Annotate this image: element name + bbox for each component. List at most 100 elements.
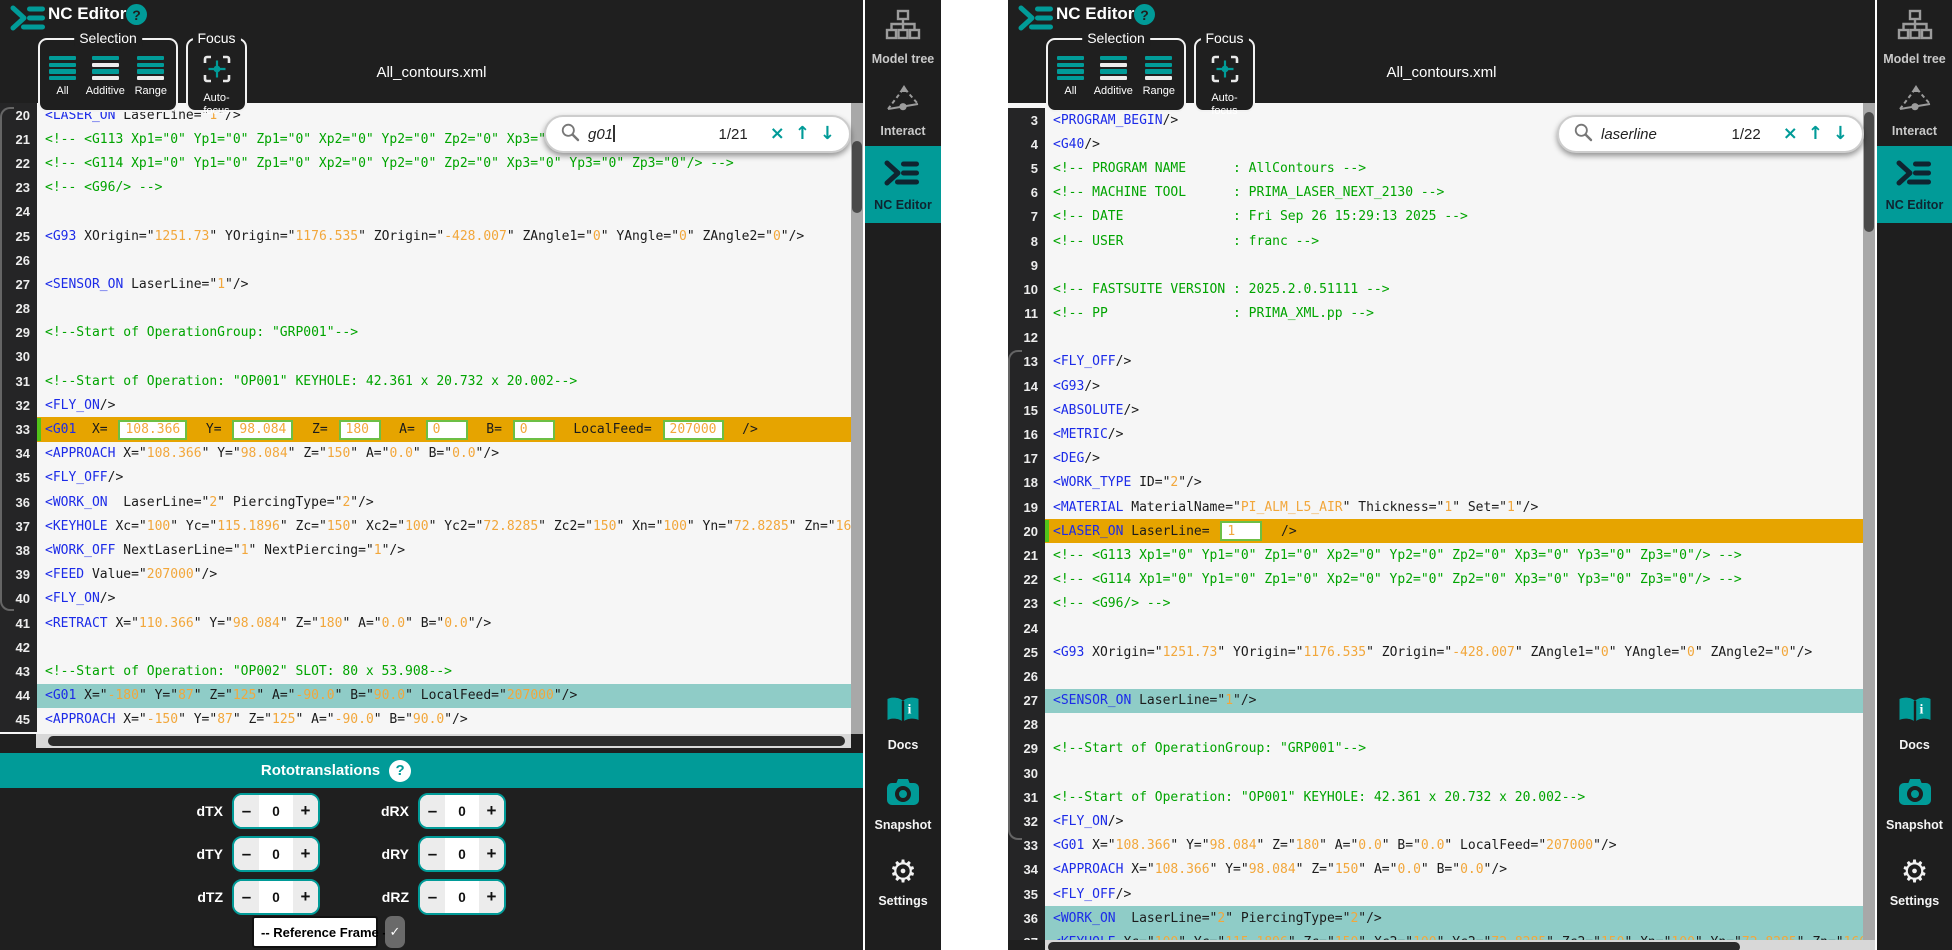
- code-line[interactable]: 7<!-- DATE : Fri Sep 26 15:29:13 2025 --…: [1008, 205, 1863, 229]
- code-line[interactable]: 33<G01 X="108.366" Y="98.084" Z="180" A=…: [1008, 834, 1863, 858]
- sidebar-item-nc-editor[interactable]: NC Editor: [1877, 146, 1952, 223]
- increment-button[interactable]: +: [479, 881, 504, 913]
- prev-match-icon[interactable]: ↑: [1808, 125, 1823, 143]
- decrement-button[interactable]: –: [234, 881, 259, 913]
- code-line[interactable]: 10<!-- FASTSUITE VERSION : 2025.2.0.5111…: [1008, 277, 1863, 301]
- code-editor[interactable]: 3<PROGRAM_BEGIN/>4<G40/>5<!-- PROGRAM NA…: [1008, 103, 1863, 940]
- code-line[interactable]: 28: [1008, 713, 1863, 737]
- code-line[interactable]: 12: [1008, 326, 1863, 350]
- increment-button[interactable]: +: [479, 838, 504, 870]
- code-line[interactable]: 37<KEYHOLE Xc="100" Yc="115.1896" Zc="15…: [0, 514, 851, 538]
- sidebar-item-settings[interactable]: ⚙Settings: [865, 848, 941, 916]
- code-line[interactable]: 22<!-- <G114 Xp1="0" Yp1="0" Zp1="0" Xp2…: [0, 151, 851, 175]
- code-line[interactable]: 27<SENSOR_ON LaserLine="1"/>: [1008, 689, 1863, 713]
- code-line[interactable]: 14<G93/>: [1008, 374, 1863, 398]
- sidebar-item-nc-editor[interactable]: NC Editor: [865, 146, 941, 223]
- code-line[interactable]: 8<!-- USER : franc -->: [1008, 229, 1863, 253]
- increment-button[interactable]: +: [293, 795, 318, 827]
- code-line[interactable]: 21<!-- <G113 Xp1="0" Yp1="0" Zp1="0" Xp2…: [1008, 543, 1863, 567]
- code-line[interactable]: 25<G93 XOrigin="1251.73" YOrigin="1176.5…: [1008, 640, 1863, 664]
- select-additive-button[interactable]: Additive: [1094, 56, 1133, 97]
- code-line[interactable]: 36<WORK_ON LaserLine="2" PiercingType="2…: [0, 490, 851, 514]
- code-line[interactable]: 11<!-- PP : PRIMA_XML.pp -->: [1008, 302, 1863, 326]
- code-line[interactable]: 36<WORK_ON LaserLine="2" PiercingType="2…: [1008, 906, 1863, 930]
- stepper-value[interactable]: 0: [445, 881, 479, 913]
- sidebar-item-interact[interactable]: Interact: [865, 74, 941, 146]
- sidebar-item-model-tree[interactable]: Model tree: [1877, 0, 1952, 74]
- decrement-button[interactable]: –: [420, 881, 445, 913]
- next-match-icon[interactable]: ↓: [1833, 125, 1848, 143]
- increment-button[interactable]: +: [293, 881, 318, 913]
- sidebar-item-interact[interactable]: Interact: [1877, 74, 1952, 146]
- code-line[interactable]: 45<APPROACH X="-150" Y="87" Z="125" A="-…: [0, 708, 851, 732]
- help-icon[interactable]: ?: [126, 4, 147, 25]
- code-line[interactable]: 32<FLY_ON/>: [1008, 809, 1863, 833]
- code-line[interactable]: 13<FLY_OFF/>: [1008, 350, 1863, 374]
- code-line[interactable]: 37<KEYHOLE Xc="100" Yc="115.1896" Zc="15…: [1008, 930, 1863, 940]
- code-line[interactable]: 15<ABSOLUTE/>: [1008, 398, 1863, 422]
- code-line[interactable]: 38<WORK_OFF NextLaserLine="1" NextPierci…: [0, 538, 851, 562]
- code-line[interactable]: 5<!-- PROGRAM NAME : AllContours -->: [1008, 156, 1863, 180]
- code-line[interactable]: 17<DEG/>: [1008, 447, 1863, 471]
- code-line[interactable]: 31<!--Start of Operation: "OP001" KEYHOL…: [1008, 785, 1863, 809]
- code-line[interactable]: 23<!-- <G96/> -->: [0, 176, 851, 200]
- search-input[interactable]: g01: [588, 125, 719, 143]
- code-line[interactable]: 40<FLY_ON/>: [0, 587, 851, 611]
- code-line[interactable]: 27<SENSOR_ON LaserLine="1"/>: [0, 272, 851, 296]
- inline-edit-field[interactable]: 108.366: [118, 420, 187, 440]
- code-line[interactable]: 31<!--Start of Operation: "OP001" KEYHOL…: [0, 369, 851, 393]
- close-search-icon[interactable]: ×: [770, 125, 785, 143]
- inline-edit-field[interactable]: 180: [339, 420, 381, 440]
- stepper-value[interactable]: 0: [259, 881, 293, 913]
- decrement-button[interactable]: –: [234, 838, 259, 870]
- code-line[interactable]: 29<!--Start of OperationGroup: "GRP001"-…: [1008, 737, 1863, 761]
- code-line[interactable]: 24: [0, 200, 851, 224]
- code-line[interactable]: 20<LASER_ON LaserLine= 1 />: [1008, 519, 1863, 543]
- apply-reference-frame-button[interactable]: ✓: [385, 916, 405, 948]
- horizontal-scrollbar[interactable]: [1045, 940, 1875, 950]
- code-line[interactable]: 16<METRIC/>: [1008, 422, 1863, 446]
- sidebar-item-snapshot[interactable]: Snapshot: [1877, 768, 1952, 840]
- vertical-scrollbar-thumb[interactable]: [1864, 112, 1874, 232]
- code-line[interactable]: 39<FEED Value="207000"/>: [0, 563, 851, 587]
- code-line[interactable]: 22<!-- <G114 Xp1="0" Yp1="0" Zp1="0" Xp2…: [1008, 568, 1863, 592]
- sidebar-item-settings[interactable]: ⚙Settings: [1877, 848, 1952, 916]
- code-line[interactable]: 30: [1008, 761, 1863, 785]
- stepper-value[interactable]: 0: [445, 795, 479, 827]
- stepper-value[interactable]: 0: [445, 838, 479, 870]
- code-line[interactable]: 35<FLY_OFF/>: [0, 466, 851, 490]
- close-search-icon[interactable]: ×: [1783, 125, 1798, 143]
- select-additive-button[interactable]: Additive: [86, 56, 125, 97]
- rototranslations-help-icon[interactable]: ?: [389, 760, 411, 782]
- prev-match-icon[interactable]: ↑: [795, 125, 810, 143]
- reference-frame-select[interactable]: -- Reference Frame --: [252, 916, 378, 948]
- inline-edit-field[interactable]: 98.084: [232, 420, 293, 440]
- sidebar-item-docs[interactable]: iDocs: [865, 686, 941, 760]
- code-line[interactable]: 44<G01 X="-180" Y="87" Z="125" A="-90.0"…: [0, 684, 851, 708]
- vertical-scrollbar-thumb[interactable]: [852, 141, 862, 213]
- code-line[interactable]: 24: [1008, 616, 1863, 640]
- inline-edit-field[interactable]: 1: [1220, 521, 1262, 541]
- code-line[interactable]: 25<G93 XOrigin="1251.73" YOrigin="1176.5…: [0, 224, 851, 248]
- select-all-button[interactable]: All: [1057, 56, 1084, 97]
- sidebar-item-docs[interactable]: iDocs: [1877, 686, 1952, 760]
- horizontal-scrollbar[interactable]: [36, 734, 851, 748]
- code-line[interactable]: 42: [0, 635, 851, 659]
- code-line[interactable]: 6<!-- MACHINE TOOL : PRIMA_LASER_NEXT_21…: [1008, 181, 1863, 205]
- code-line[interactable]: 34<APPROACH X="108.366" Y="98.084" Z="15…: [1008, 858, 1863, 882]
- increment-button[interactable]: +: [293, 838, 318, 870]
- code-line[interactable]: 23<!-- <G96/> -->: [1008, 592, 1863, 616]
- next-match-icon[interactable]: ↓: [820, 125, 835, 143]
- select-all-button[interactable]: All: [49, 56, 76, 97]
- vertical-scrollbar[interactable]: [851, 103, 863, 734]
- code-line[interactable]: 26: [1008, 664, 1863, 688]
- code-line[interactable]: 34<APPROACH X="108.366" Y="98.084" Z="15…: [0, 442, 851, 466]
- inline-edit-field[interactable]: 207000: [663, 420, 724, 440]
- code-editor[interactable]: 20<LASER_ON LaserLine="1"/>21<!-- <G113 …: [0, 103, 851, 734]
- code-line[interactable]: 29<!--Start of OperationGroup: "GRP001"-…: [0, 321, 851, 345]
- code-line[interactable]: 35<FLY_OFF/>: [1008, 882, 1863, 906]
- code-line[interactable]: 9: [1008, 253, 1863, 277]
- select-range-button[interactable]: Range: [135, 56, 167, 97]
- sidebar-item-snapshot[interactable]: Snapshot: [865, 768, 941, 840]
- horizontal-scrollbar-thumb[interactable]: [48, 736, 845, 746]
